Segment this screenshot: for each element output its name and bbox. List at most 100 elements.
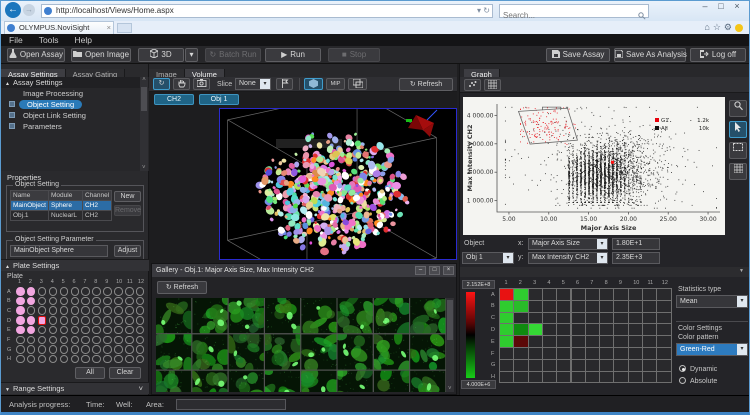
heatmap-cell-F3[interactable]	[529, 348, 542, 359]
heatmap-cell-E3[interactable]	[529, 336, 542, 347]
plate-well-D5[interactable]	[60, 316, 69, 325]
snapshot-tool-button[interactable]	[193, 78, 210, 90]
slice-dropdown[interactable]: None▾	[235, 78, 271, 90]
plate-all-button[interactable]: All	[75, 367, 105, 379]
heatmap-cell-D7[interactable]	[586, 324, 599, 335]
heatmap-cell-C11[interactable]	[643, 313, 656, 324]
object-dropdown[interactable]: Obj 1▾	[462, 252, 514, 264]
heatmap-cell-C8[interactable]	[600, 313, 613, 324]
plate-well-A8[interactable]	[92, 287, 101, 296]
heatmap-cell-B5[interactable]	[557, 301, 570, 312]
grid-tool-button[interactable]	[729, 163, 747, 180]
pan-tool-button[interactable]	[173, 78, 190, 90]
plate-well-C7[interactable]	[81, 306, 90, 315]
plate-well-F11[interactable]	[125, 336, 134, 345]
minimize-button[interactable]: –	[697, 1, 713, 11]
heatmap-cell-B9[interactable]	[614, 301, 627, 312]
plate-well-H9[interactable]	[103, 355, 112, 364]
plate-well-E4[interactable]	[49, 326, 58, 335]
plate-well-H3[interactable]	[38, 355, 47, 364]
heatmap-cell-G9[interactable]	[614, 360, 627, 371]
heatmap-cell-H9[interactable]	[614, 372, 627, 383]
heatmap-cell-A10[interactable]	[629, 289, 642, 300]
graph-expander-bar[interactable]: ▼	[460, 267, 750, 277]
search-input[interactable]	[500, 10, 612, 22]
plate-well-F3[interactable]	[38, 336, 47, 345]
plate-well-E9[interactable]	[103, 326, 112, 335]
heatmap-cell-B10[interactable]	[629, 301, 642, 312]
plate-well-C11[interactable]	[125, 306, 134, 315]
plate-well-D12[interactable]	[136, 316, 145, 325]
stop-button[interactable]: ■Stop	[328, 48, 380, 62]
plate-well-B12[interactable]	[136, 297, 145, 306]
plate-well-E2[interactable]	[27, 326, 36, 335]
new-tab-button[interactable]	[117, 23, 132, 33]
plate-well-C5[interactable]	[60, 306, 69, 315]
feedback-smiley-icon[interactable]	[735, 24, 743, 32]
heatmap-cell-E6[interactable]	[572, 336, 585, 347]
plate-well-C8[interactable]	[92, 306, 101, 315]
tree-node-icon[interactable]	[9, 123, 15, 129]
heatmap-cell-D8[interactable]	[600, 324, 613, 335]
heatmap-cell-C1[interactable]	[500, 313, 513, 324]
heatmap-cell-G2[interactable]	[514, 360, 527, 371]
heatmap-cell-F4[interactable]	[543, 348, 556, 359]
plate-well-B2[interactable]	[27, 297, 36, 306]
plate-well-A2[interactable]	[27, 287, 36, 296]
browser-tab[interactable]: OLYMPUS.NoviSight ×	[4, 21, 114, 34]
close-button[interactable]: ×	[729, 1, 745, 11]
heatmap-cell-G4[interactable]	[543, 360, 556, 371]
settings-gear-icon[interactable]: ⚙	[724, 22, 735, 32]
heatmap-cell-A1[interactable]	[500, 289, 513, 300]
tree-scrollbar[interactable]: ˄˅	[140, 77, 148, 171]
plate-well-A5[interactable]	[60, 287, 69, 296]
log-off-button[interactable]: Log off	[690, 48, 746, 62]
heatmap-cell-B4[interactable]	[543, 301, 556, 312]
heatmap-cell-H3[interactable]	[529, 372, 542, 383]
zoom-tool-button[interactable]	[729, 100, 747, 117]
heatmap-cell-C7[interactable]	[586, 313, 599, 324]
heatmap-cell-C12[interactable]	[657, 313, 670, 324]
statistics-type-dropdown[interactable]: Mean▾	[676, 295, 748, 308]
plate-well-F6[interactable]	[71, 336, 80, 345]
plate-well-B10[interactable]	[114, 297, 123, 306]
mode-3d-dropdown-button[interactable]: ▾	[185, 48, 198, 62]
rect-gate-tool-button[interactable]	[729, 142, 747, 159]
plate-well-E1[interactable]	[16, 326, 25, 335]
tree-root[interactable]: ▲Assay Settings	[1, 77, 149, 88]
range-settings-header[interactable]: ▼Range Settings˅	[1, 382, 149, 394]
plate-well-A12[interactable]	[136, 287, 145, 296]
channel-ch2-button[interactable]: CH2	[154, 94, 194, 105]
heatmap-cell-G8[interactable]	[600, 360, 613, 371]
plate-well-B1[interactable]	[16, 297, 25, 306]
heatmap-cell-C10[interactable]	[629, 313, 642, 324]
refresh-page-icon[interactable]: ↻	[483, 6, 490, 15]
plate-well-H12[interactable]	[136, 355, 145, 364]
plate-well-A6[interactable]	[71, 287, 80, 296]
plate-well-C4[interactable]	[49, 306, 58, 315]
heatmap-cell-D5[interactable]	[557, 324, 570, 335]
table-row[interactable]: MainObjectSphereCH2	[11, 201, 112, 211]
heatmap-cell-H7[interactable]	[586, 372, 599, 383]
batch-run-button[interactable]: ↻Batch Run	[205, 48, 261, 62]
heatmap-cell-H5[interactable]	[557, 372, 570, 383]
plate-well-H6[interactable]	[71, 355, 80, 364]
heatmap-cell-A8[interactable]	[600, 289, 613, 300]
heatmap-cell-D6[interactable]	[572, 324, 585, 335]
menu-item-tools[interactable]: Tools	[31, 34, 67, 45]
scatter-view-button[interactable]	[464, 79, 481, 91]
plate-well-E6[interactable]	[71, 326, 80, 335]
heatmap-cell-F6[interactable]	[572, 348, 585, 359]
heatmap-cell-H11[interactable]	[643, 372, 656, 383]
heatmap-cell-A6[interactable]	[572, 289, 585, 300]
plate-well-A10[interactable]	[114, 287, 123, 296]
plate-well-B9[interactable]	[103, 297, 112, 306]
save-as-analysis-button[interactable]: Save As Analysis	[614, 48, 686, 62]
plate-well-E5[interactable]	[60, 326, 69, 335]
rotate-tool-button[interactable]: ↻	[153, 78, 170, 90]
plate-well-E7[interactable]	[81, 326, 90, 335]
plate-well-G6[interactable]	[71, 345, 80, 354]
plate-well-F10[interactable]	[114, 336, 123, 345]
tree-item-image-processing[interactable]: Image Processing	[1, 88, 149, 99]
heatmap-cell-G10[interactable]	[629, 360, 642, 371]
